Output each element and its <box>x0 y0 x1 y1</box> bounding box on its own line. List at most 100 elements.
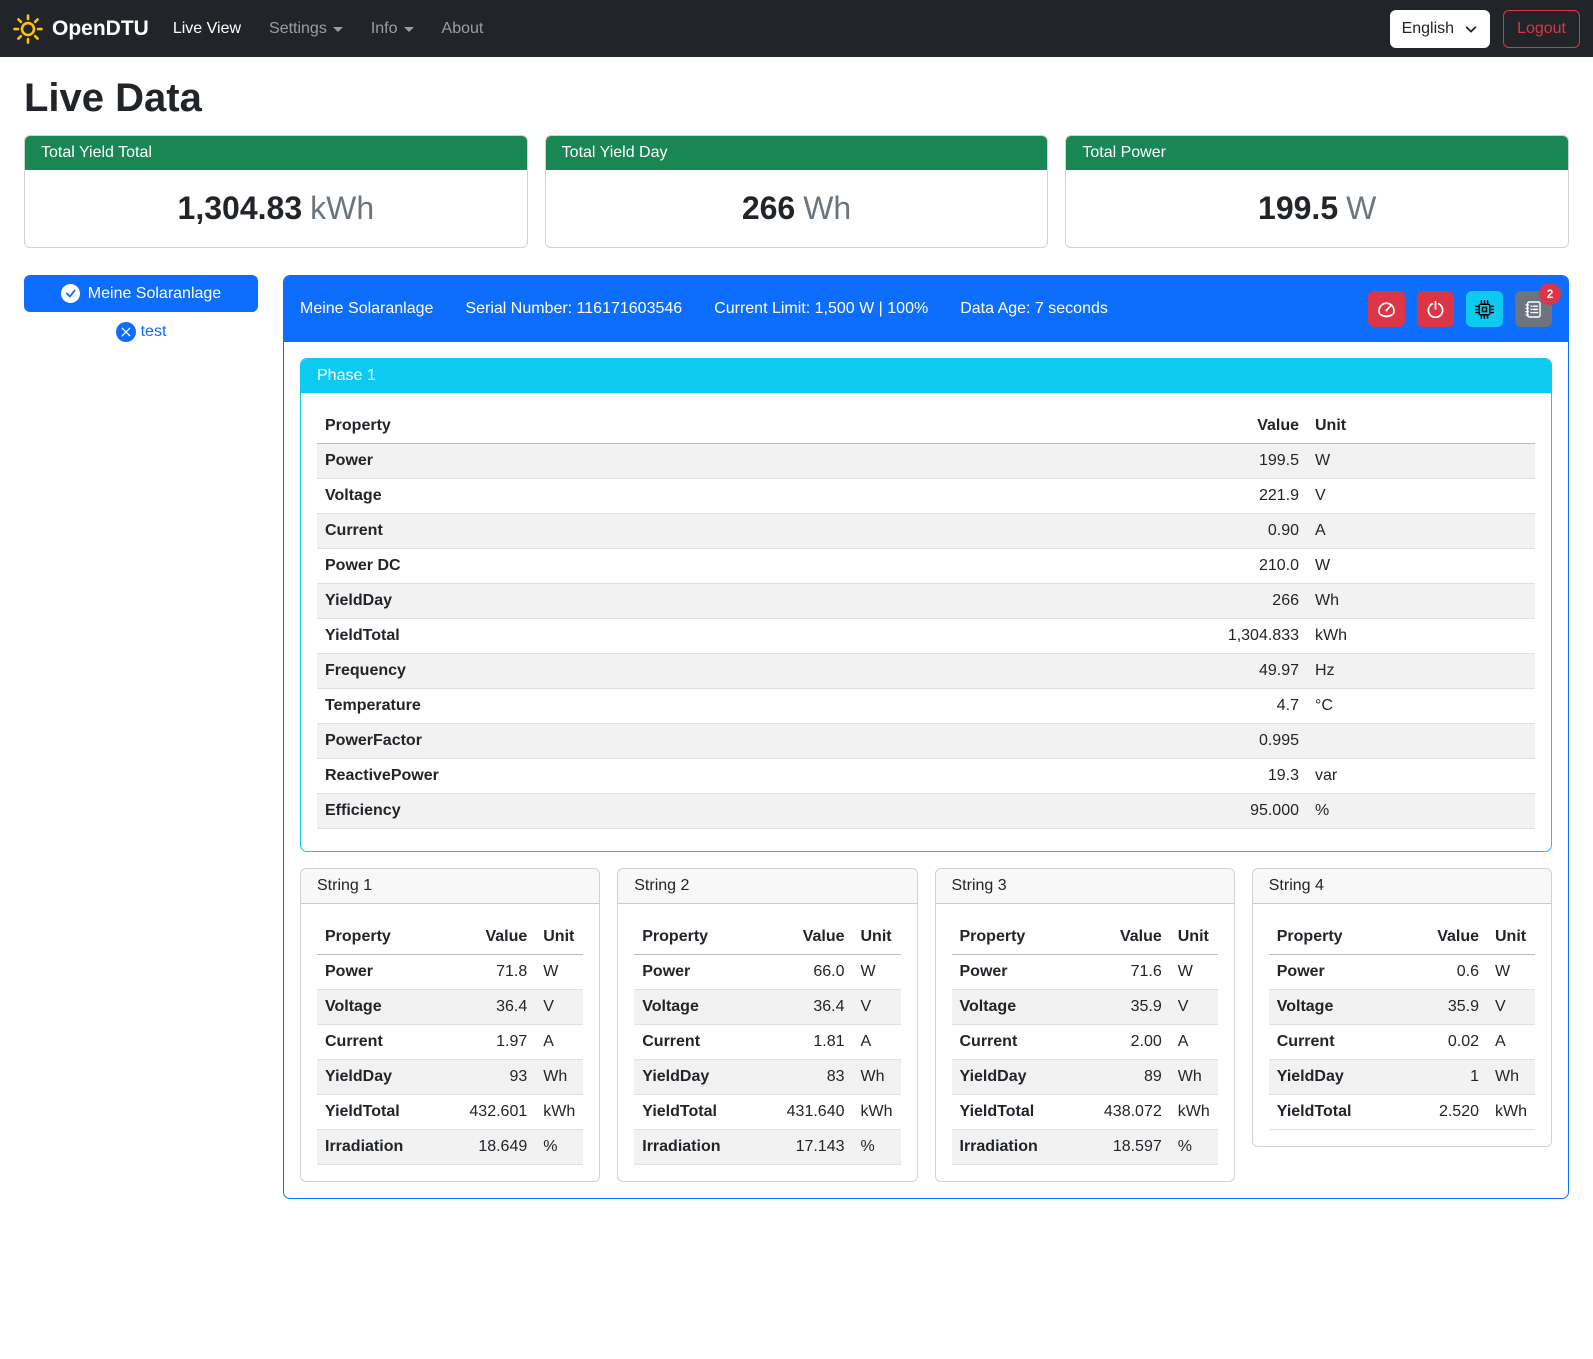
table-row: YieldTotal 1,304.833 kWh <box>317 619 1535 654</box>
column-unit: Unit <box>1307 409 1535 444</box>
column-property: Property <box>317 409 909 444</box>
nav-links: Live View Settings Info About <box>159 12 498 46</box>
language-select[interactable]: English <box>1390 10 1490 48</box>
top-navbar: OpenDTU Live View Settings Info About En… <box>0 0 1593 57</box>
summary-card-total-power: Total Power 199.5W <box>1065 135 1569 248</box>
chevron-down-icon <box>1464 22 1478 36</box>
summary-card-title: Total Yield Total <box>25 136 527 170</box>
column-unit: Unit <box>853 920 901 955</box>
table-header-row: Property Value Unit <box>634 920 900 955</box>
table-row: YieldTotal 432.601 kWh <box>317 1095 583 1130</box>
power-button[interactable] <box>1417 291 1454 327</box>
x-circle-icon <box>116 322 136 342</box>
string-card-3: String 3 Property Value Unit <box>935 868 1235 1182</box>
table-row: YieldTotal 438.072 kWh <box>952 1095 1218 1130</box>
summary-card-title: Total Yield Day <box>546 136 1048 170</box>
caret-down-icon <box>404 27 414 32</box>
string-card-4: String 4 Property Value Unit <box>1252 868 1552 1147</box>
page-title: Live Data <box>24 76 1569 121</box>
column-value: Value <box>439 920 535 955</box>
sun-icon <box>13 14 43 44</box>
sidebar-item-meine-solaranlage[interactable]: Meine Solaranlage <box>24 275 258 312</box>
table-row: Power 66.0 W <box>634 955 900 990</box>
strings-row: String 1 Property Value Unit <box>300 868 1552 1182</box>
table-row: Current 0.90 A <box>317 514 1535 549</box>
table-row: ReactivePower 19.3 var <box>317 759 1535 794</box>
table-row: Voltage 36.4 V <box>634 990 900 1025</box>
summary-card-total-yield-day: Total Yield Day 266Wh <box>545 135 1049 248</box>
nav-item-live-view[interactable]: Live View <box>159 12 255 46</box>
device-info-button[interactable] <box>1466 291 1503 327</box>
string-card-1: String 1 Property Value Unit <box>300 868 600 1182</box>
column-value: Value <box>757 920 853 955</box>
phase-panel: Phase 1 Property Value Unit <box>300 358 1552 852</box>
column-unit: Unit <box>1170 920 1218 955</box>
table-row: Voltage 221.9 V <box>317 479 1535 514</box>
table-row: Voltage 35.9 V <box>1269 990 1535 1025</box>
table-row: YieldDay 93 Wh <box>317 1060 583 1095</box>
event-log-button[interactable]: 2 <box>1515 291 1552 327</box>
column-property: Property <box>952 920 1074 955</box>
inverter-actions: 2 <box>1368 291 1552 327</box>
inverter-limit: Current Limit: 1,500 W | 100% <box>714 300 928 318</box>
inverter-card-header: Meine Solaranlage Serial Number: 1161716… <box>284 276 1568 342</box>
summary-cards-row: Total Yield Total 1,304.83kWh Total Yiel… <box>24 135 1569 248</box>
power-icon <box>1426 300 1445 319</box>
table-row: Current 1.81 A <box>634 1025 900 1060</box>
string-card-2: String 2 Property Value Unit <box>617 868 917 1182</box>
inverter-serial: Serial Number: 116171603546 <box>465 300 682 318</box>
table-header-row: Property Value Unit <box>952 920 1218 955</box>
gauge-icon <box>1377 300 1396 319</box>
table-row: Irradiation 18.649 % <box>317 1130 583 1165</box>
summary-card-value: 266 <box>742 190 795 226</box>
nav-item-settings[interactable]: Settings <box>255 12 357 46</box>
table-row: Power DC 210.0 W <box>317 549 1535 584</box>
table-header-row: Property Value Unit <box>1269 920 1535 955</box>
table-row: Frequency 49.97 Hz <box>317 654 1535 689</box>
column-value: Value <box>1074 920 1170 955</box>
summary-card-title: Total Power <box>1066 136 1568 170</box>
string-table: Property Value Unit Power <box>634 920 900 1165</box>
summary-card-value: 1,304.83 <box>178 190 303 226</box>
event-count-badge: 2 <box>1539 283 1561 305</box>
column-value: Value <box>1402 920 1487 955</box>
inverter-card: Meine Solaranlage Serial Number: 1161716… <box>283 275 1569 1199</box>
brand-title: OpenDTU <box>52 17 149 41</box>
inverter-name: Meine Solaranlage <box>300 300 433 318</box>
sidebar-item-label: Meine Solaranlage <box>88 285 221 303</box>
table-row: Current 2.00 A <box>952 1025 1218 1060</box>
logout-button[interactable]: Logout <box>1503 10 1580 48</box>
table-row: Voltage 35.9 V <box>952 990 1218 1025</box>
table-row: Temperature 4.7 °C <box>317 689 1535 724</box>
string-table: Property Value Unit Power <box>1269 920 1535 1130</box>
table-row: Current 0.02 A <box>1269 1025 1535 1060</box>
inverter-sidebar: Meine Solaranlage test <box>24 275 258 342</box>
table-row: YieldDay 1 Wh <box>1269 1060 1535 1095</box>
table-row: Power 71.6 W <box>952 955 1218 990</box>
cpu-icon <box>1475 300 1494 319</box>
string-table: Property Value Unit Power <box>952 920 1218 1165</box>
sidebar-item-test[interactable]: test <box>24 322 258 342</box>
table-row: Power 0.6 W <box>1269 955 1535 990</box>
string-title: String 2 <box>618 869 916 904</box>
table-row: Irradiation 17.143 % <box>634 1130 900 1165</box>
table-row: Irradiation 18.597 % <box>952 1130 1218 1165</box>
column-property: Property <box>634 920 756 955</box>
string-title: String 4 <box>1253 869 1551 904</box>
summary-card-value: 199.5 <box>1258 190 1338 226</box>
table-row: Power 199.5 W <box>317 444 1535 479</box>
nav-item-info[interactable]: Info <box>357 12 428 46</box>
string-table: Property Value Unit Power <box>317 920 583 1165</box>
table-row: YieldTotal 431.640 kWh <box>634 1095 900 1130</box>
table-header-row: Property Value Unit <box>317 409 1535 444</box>
limit-settings-button[interactable] <box>1368 291 1405 327</box>
table-row: Voltage 36.4 V <box>317 990 583 1025</box>
nav-item-about[interactable]: About <box>428 12 498 46</box>
table-row: PowerFactor 0.995 <box>317 724 1535 759</box>
check-circle-icon <box>61 284 80 303</box>
table-header-row: Property Value Unit <box>317 920 583 955</box>
column-unit: Unit <box>1487 920 1535 955</box>
summary-card-unit: kWh <box>310 190 374 226</box>
brand-link[interactable]: OpenDTU <box>13 14 149 44</box>
column-property: Property <box>317 920 439 955</box>
